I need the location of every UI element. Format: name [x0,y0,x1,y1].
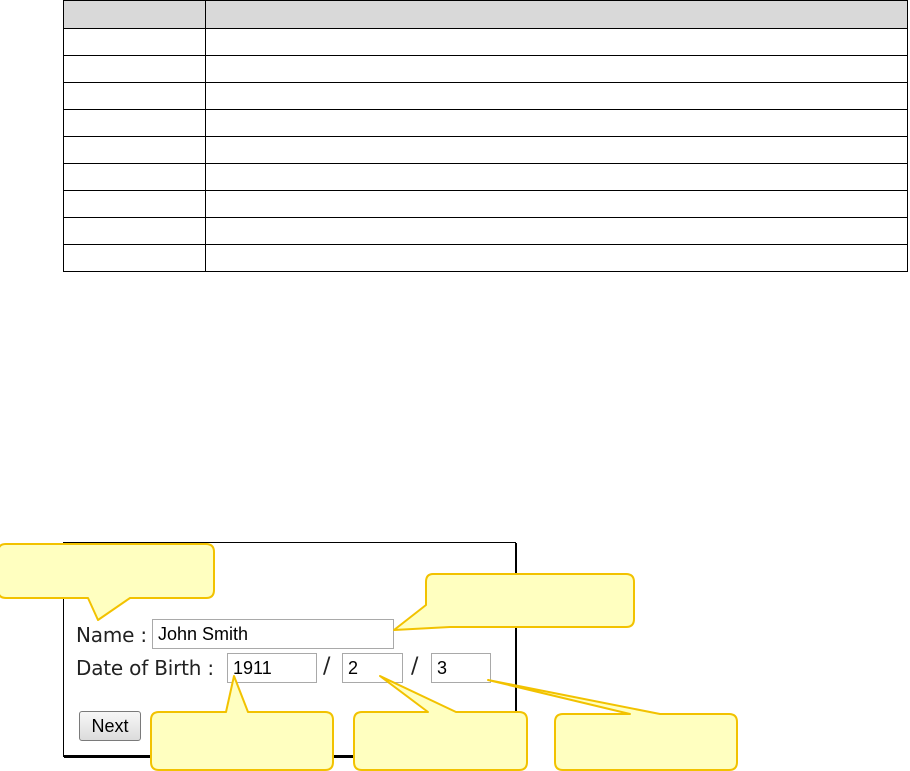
table-cell [63,28,206,56]
table-cell [63,244,206,272]
table-header-row [63,0,908,29]
table-cell [63,82,206,110]
table-cell [205,55,908,83]
data-table [63,0,908,272]
table-row [63,244,908,272]
name-label: Name : [76,623,147,647]
name-input[interactable] [152,619,394,649]
table-cell [63,163,206,191]
dob-month-input[interactable] [342,653,403,683]
table-header-cell [63,0,206,29]
dob-day-input[interactable] [431,653,491,683]
table-cell [63,217,206,245]
table-cell [205,109,908,137]
table-cell [205,244,908,272]
table-row [63,136,908,164]
dob-label: Date of Birth : [76,656,214,680]
table-row [63,82,908,110]
table-row [63,109,908,137]
table-row [63,217,908,245]
table-cell [63,109,206,137]
dob-year-input[interactable] [227,653,317,683]
table-row [63,163,908,191]
table-cell [205,136,908,164]
table-cell [205,28,908,56]
table-cell [63,55,206,83]
table-header-cell [205,0,908,29]
callout-bubble [487,679,738,771]
table-cell [205,190,908,218]
table-cell [205,82,908,110]
date-separator: / [411,654,419,679]
date-separator: / [323,654,331,679]
table-row [63,55,908,83]
table-cell [205,163,908,191]
table-cell [63,136,206,164]
table-row [63,28,908,56]
table-cell [63,190,206,218]
next-button[interactable]: Next [79,711,141,741]
table-row [63,190,908,218]
table-cell [205,217,908,245]
